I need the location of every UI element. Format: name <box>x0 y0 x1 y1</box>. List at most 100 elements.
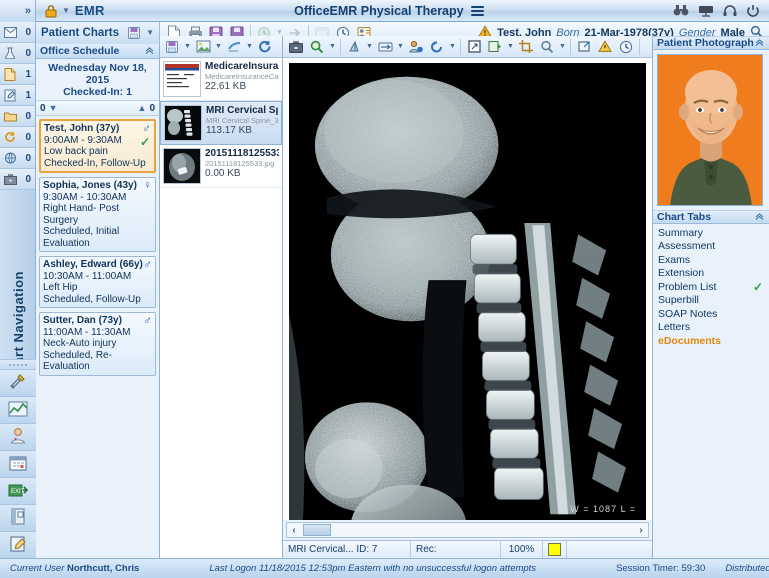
office-schedule-header[interactable]: Office Schedule <box>36 44 159 59</box>
save-layout-icon[interactable] <box>162 37 182 56</box>
chart-report-icon <box>8 401 28 420</box>
zoom-icon[interactable] <box>307 37 327 56</box>
magnifier-icon[interactable] <box>537 37 557 56</box>
alert-icon[interactable] <box>595 37 615 56</box>
patient-charts-dropdown-caret-icon[interactable]: ▼ <box>146 28 154 37</box>
mri-cervical-spine-image[interactable]: W = 1087 L = <box>289 63 646 520</box>
zoom-caret-icon[interactable]: ▼ <box>328 37 337 56</box>
tab-letters[interactable]: Letters <box>653 321 769 335</box>
presentation-icon[interactable] <box>698 4 714 17</box>
document-filename: 20151118125533.jpg <box>205 159 275 168</box>
lock-dropdown-caret-icon[interactable]: ▼ <box>62 6 70 15</box>
tab-soap-notes[interactable]: SOAP Notes <box>653 307 769 321</box>
appointment-card[interactable]: Sophia, Jones (43y) 9:30AM - 10:30AM Rig… <box>39 177 156 252</box>
rail-item-envelope[interactable]: 0 <box>0 22 35 43</box>
viewer-horizontal-scrollbar[interactable]: ‹ › <box>286 522 649 538</box>
tab-problem-list[interactable]: Problem List ✓ <box>653 280 769 294</box>
rail-action-buttons: EXIT <box>0 359 36 558</box>
rail-button-exit[interactable]: EXIT <box>0 477 36 504</box>
patient-photograph-header[interactable]: Patient Photograph <box>653 36 769 50</box>
save-layout-icon[interactable] <box>127 26 141 40</box>
status-color-swatch[interactable] <box>548 543 561 556</box>
gender-female-icon: ♀ <box>143 178 152 192</box>
annotate-person-icon[interactable] <box>406 37 426 56</box>
briefcase-icon[interactable] <box>286 37 306 56</box>
contrast-icon[interactable] <box>344 37 364 56</box>
up-caret-icon[interactable]: ▲ <box>135 103 150 113</box>
rail-item-notes[interactable]: 1 <box>0 85 35 106</box>
tab-label: Problem List <box>658 280 717 293</box>
invert-caret-icon[interactable]: ▼ <box>396 37 405 56</box>
list-item[interactable]: MRI Cervical Spine_ MRI Cervical Spine_3… <box>160 101 282 145</box>
lock-icon[interactable] <box>44 3 60 19</box>
rail-button-tools[interactable] <box>0 369 36 396</box>
crop-icon[interactable] <box>516 37 536 56</box>
power-icon[interactable] <box>746 4 760 17</box>
export-caret-icon[interactable]: ▼ <box>506 37 515 56</box>
appointment-card[interactable]: Sutter, Dan (73y) 11:00AM - 11:30AM Neck… <box>39 312 156 376</box>
rail-button-reports[interactable] <box>0 396 36 423</box>
status-zoom-level[interactable]: 100% <box>501 540 543 559</box>
save-layout-caret-icon[interactable]: ▼ <box>183 37 192 56</box>
tab-assessment[interactable]: Assessment <box>653 240 769 254</box>
rotate-caret-icon[interactable]: ▼ <box>448 37 457 56</box>
list-item[interactable]: 20151118125533.jpg 20151118125533.jpg 0.… <box>160 145 282 188</box>
tab-label: Assessment <box>658 240 716 253</box>
viewer-stage[interactable]: W = 1087 L = <box>283 58 652 520</box>
rail-item-portal[interactable]: 0 <box>0 148 35 169</box>
rail-expand-toggle[interactable]: » <box>0 0 36 22</box>
document-list[interactable]: MedicareInsuranceC MedicareInsuranceCard… <box>160 58 282 558</box>
scrollbar-thumb[interactable] <box>303 524 331 536</box>
image-caret-icon[interactable]: ▼ <box>214 37 223 56</box>
tab-summary[interactable]: Summary <box>653 226 769 240</box>
chevron-up-icon[interactable] <box>754 211 765 224</box>
rail-button-library[interactable] <box>0 504 36 531</box>
headset-icon[interactable] <box>723 4 737 17</box>
chevron-left-icon[interactable]: ‹ <box>287 525 301 536</box>
rail-item-labs[interactable]: 0 <box>0 43 35 64</box>
magnifier-caret-icon[interactable]: ▼ <box>558 37 567 56</box>
appointment-card[interactable]: Test, John (37y) 9:00AM - 9:30AM Low bac… <box>39 119 156 173</box>
rail-item-refresh[interactable]: 0 <box>0 127 35 148</box>
rail-item-briefcase[interactable]: 0 <box>0 169 35 190</box>
chevron-up-icon[interactable] <box>144 45 155 58</box>
tab-extension[interactable]: Extension <box>653 267 769 281</box>
appointment-list: Test, John (37y) 9:00AM - 9:30AM Low bac… <box>36 116 159 558</box>
clock-icon[interactable] <box>616 37 636 56</box>
fit-window-icon[interactable] <box>464 37 484 56</box>
rail-button-calendar[interactable] <box>0 450 36 477</box>
chevron-right-icon[interactable]: › <box>634 525 648 536</box>
rail-button-edit-note[interactable] <box>0 531 36 558</box>
rail-item-documents[interactable]: 1 <box>0 64 35 85</box>
menu-hamburger-icon[interactable] <box>470 4 484 18</box>
export-icon[interactable] <box>485 37 505 56</box>
schedule-date: Wednesday Nov 18, 2015 <box>48 62 147 86</box>
check-icon: ✓ <box>752 279 763 294</box>
appointment-status: Scheduled, Initial Evaluation <box>43 226 120 249</box>
avatar[interactable] <box>657 54 763 206</box>
import-caret-icon[interactable]: ▼ <box>245 37 254 56</box>
rotate-icon[interactable] <box>427 37 447 56</box>
invert-icon[interactable] <box>375 37 395 56</box>
list-item[interactable]: MedicareInsuranceC MedicareInsuranceCard… <box>160 58 282 101</box>
down-caret-icon[interactable]: ▼ <box>46 103 61 113</box>
document-meta: MRI Cervical Spine_ MRI Cervical Spine_3… <box>206 105 278 136</box>
chevron-up-icon[interactable] <box>754 37 765 50</box>
scrollbar-track[interactable] <box>301 524 634 536</box>
rail-grip-handle[interactable] <box>0 359 36 369</box>
tab-superbill[interactable]: Superbill <box>653 294 769 308</box>
chart-tabs-header[interactable]: Chart Tabs <box>653 210 769 224</box>
image-icon[interactable] <box>193 37 213 56</box>
appointment-card[interactable]: Ashley, Edward (66y) 10:30AM - 11:00AM L… <box>39 256 156 308</box>
popout-icon[interactable] <box>574 37 594 56</box>
binoculars-icon[interactable] <box>673 4 689 17</box>
refresh-icon[interactable] <box>255 37 275 56</box>
rail-count: 0 <box>25 47 31 59</box>
tab-edocuments[interactable]: eDocuments <box>653 334 769 348</box>
rail-button-physician[interactable] <box>0 423 36 450</box>
status-color-swatch-cell[interactable] <box>543 540 567 559</box>
contrast-caret-icon[interactable]: ▼ <box>365 37 374 56</box>
tab-exams[interactable]: Exams <box>653 253 769 267</box>
import-icon[interactable] <box>224 37 244 56</box>
rail-item-folder[interactable]: 0 <box>0 106 35 127</box>
